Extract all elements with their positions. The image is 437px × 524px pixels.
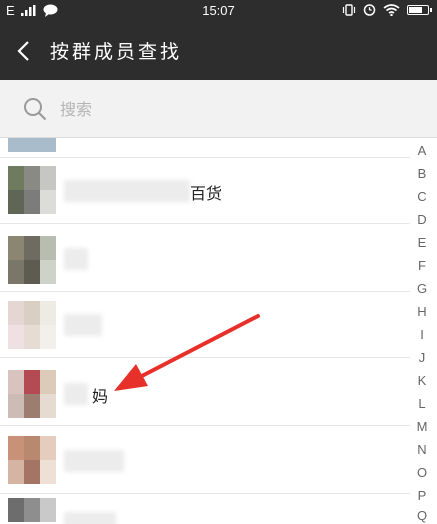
status-bar: E 15:07 <box>0 0 437 22</box>
index-letter[interactable]: F <box>412 258 432 273</box>
list-item[interactable] <box>0 138 410 158</box>
index-letter[interactable]: B <box>412 166 432 181</box>
list-item[interactable] <box>0 292 410 358</box>
list-item[interactable] <box>0 494 410 524</box>
member-name: 百货 <box>190 184 223 203</box>
index-letter[interactable]: N <box>412 442 432 457</box>
title-bar: 按群成员查找 <box>0 22 437 80</box>
index-letter[interactable]: C <box>412 189 432 204</box>
list-item[interactable]: 百货 <box>0 158 410 224</box>
member-name-blurred <box>64 314 102 336</box>
member-name-blurred <box>64 383 88 405</box>
index-letter[interactable]: H <box>412 304 432 319</box>
index-letter[interactable]: J <box>412 350 432 365</box>
search-bar <box>0 80 437 138</box>
search-input[interactable] <box>60 96 380 122</box>
chevron-left-icon <box>17 41 29 61</box>
avatar <box>8 166 56 214</box>
avatar <box>8 301 56 349</box>
vibrate-icon <box>342 3 356 16</box>
member-list: 百货 妈 <box>0 138 410 524</box>
index-letter[interactable]: Q <box>412 508 432 523</box>
status-right <box>342 3 432 16</box>
index-letter[interactable]: G <box>412 281 432 296</box>
search-icon[interactable] <box>22 96 48 122</box>
index-letter[interactable]: E <box>412 235 432 250</box>
wifi-icon <box>383 3 400 16</box>
member-name-blurred <box>64 512 116 524</box>
index-letter[interactable]: D <box>412 212 432 227</box>
list-item[interactable] <box>0 224 410 292</box>
index-letter[interactable]: A <box>412 143 432 158</box>
index-letter[interactable]: P <box>412 488 432 503</box>
index-letter[interactable]: M <box>412 419 432 434</box>
index-letter[interactable]: O <box>412 465 432 480</box>
index-letter[interactable]: K <box>412 373 432 388</box>
alphabet-index[interactable]: A B C D E F G H I J K L M N O P Q <box>412 141 432 524</box>
index-letter[interactable]: L <box>412 396 432 411</box>
list-item[interactable]: 妈 <box>0 358 410 426</box>
avatar <box>8 498 56 524</box>
alarm-icon <box>363 4 376 16</box>
back-button[interactable] <box>10 36 40 66</box>
member-name-blurred <box>64 248 88 270</box>
avatar <box>8 138 56 152</box>
member-name-blurred <box>64 180 190 202</box>
avatar <box>8 370 56 418</box>
member-name-blurred <box>64 450 124 472</box>
list-item[interactable] <box>0 426 410 494</box>
battery-icon <box>407 4 432 15</box>
avatar <box>8 236 56 284</box>
avatar <box>8 436 56 484</box>
page-title: 按群成员查找 <box>50 41 183 63</box>
index-letter[interactable]: I <box>412 327 432 342</box>
member-name: 妈 <box>92 387 109 406</box>
